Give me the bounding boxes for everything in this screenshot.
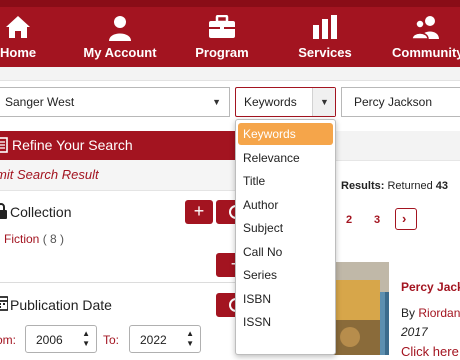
- library-select[interactable]: Sanger West ▼: [0, 87, 230, 117]
- nav-program[interactable]: Program: [190, 7, 254, 67]
- limit-search-result: mit Search Result: [0, 160, 256, 191]
- calendar-icon: [0, 295, 9, 316]
- publication-date-title: Publication Date: [10, 297, 112, 313]
- dropdown-option-isbn[interactable]: ISBN: [238, 288, 333, 310]
- book-title-link[interactable]: Percy Jack: [401, 280, 460, 294]
- top-navigation: Home My Account Program Services Communi…: [0, 0, 460, 67]
- refine-header: Refine Your Search: [0, 131, 256, 160]
- by-label: By: [401, 306, 416, 320]
- lock-icon: [0, 203, 7, 224]
- author-link[interactable]: Riordan: [418, 306, 460, 320]
- nav-my-account-label: My Account: [83, 45, 157, 60]
- person-icon: [108, 15, 132, 46]
- fiction-label: Fiction: [4, 232, 40, 246]
- dropdown-option-call-no[interactable]: Call No: [238, 241, 333, 263]
- spinner-icon[interactable]: ▲ ▼: [186, 329, 194, 349]
- nav-services-label: Services: [298, 45, 352, 60]
- book-year: 2017: [401, 325, 428, 339]
- limit-label: mit Search Result: [0, 167, 99, 182]
- dropdown-option-issn[interactable]: ISSN: [238, 311, 333, 333]
- results-label: Results:: [341, 180, 385, 192]
- to-year-value: 2022: [140, 333, 167, 347]
- nav-home-label: Home: [0, 45, 37, 60]
- nav-program-label: Program: [195, 45, 249, 60]
- nav-underbar: [0, 67, 460, 81]
- home-icon: [5, 15, 31, 44]
- nav-services[interactable]: Services: [296, 7, 354, 67]
- book-author: By Riordan: [401, 306, 460, 320]
- search-field-dropdown: Keywords Relevance Title Author Subject …: [235, 119, 336, 355]
- results-count: 43: [435, 180, 449, 192]
- search-input[interactable]: [341, 87, 460, 117]
- dropdown-option-author[interactable]: Author: [238, 194, 333, 216]
- dropdown-option-keywords[interactable]: Keywords: [238, 123, 333, 145]
- search-field-value: Keywords: [244, 95, 297, 109]
- from-year-value: 2006: [36, 333, 63, 347]
- next-page-button[interactable]: ›: [395, 208, 417, 230]
- collection-add-button[interactable]: +: [185, 200, 213, 224]
- briefcase-icon: [208, 14, 236, 44]
- collection-title: Collection: [10, 204, 72, 220]
- search-field-arrow[interactable]: ▼: [312, 88, 335, 116]
- results-returned-text: Returned: [387, 180, 433, 192]
- people-icon: [411, 15, 441, 44]
- caret-down-icon: ▼: [320, 97, 329, 107]
- dropdown-option-relevance[interactable]: Relevance: [238, 147, 333, 169]
- dropdown-option-title[interactable]: Title: [238, 170, 333, 192]
- refine-title: Refine Your Search: [12, 137, 133, 153]
- collection-fiction-link[interactable]: Fiction ( 8 ): [4, 232, 64, 246]
- document-icon: [0, 137, 8, 158]
- results-summary: Results: Returned 43: [341, 180, 448, 192]
- nav-home[interactable]: Home: [0, 7, 36, 67]
- caret-down-icon: ▼: [212, 97, 221, 107]
- page-link-2[interactable]: 2: [346, 214, 352, 226]
- bar-chart-icon: [312, 15, 338, 44]
- dropdown-option-subject[interactable]: Subject: [238, 217, 333, 239]
- fiction-count: ( 8 ): [42, 232, 65, 246]
- nav-community-label: Community: [392, 45, 460, 60]
- from-year-stepper[interactable]: 2006 ▲ ▼: [25, 325, 97, 353]
- nav-my-account[interactable]: My Account: [80, 7, 160, 67]
- to-label: To:: [103, 333, 120, 347]
- spinner-icon[interactable]: ▲ ▼: [82, 329, 90, 349]
- from-label: om:: [0, 333, 17, 347]
- dropdown-option-series[interactable]: Series: [238, 264, 333, 286]
- chevron-right-icon: ›: [402, 211, 407, 226]
- library-select-value: Sanger West: [5, 95, 75, 109]
- search-field-select[interactable]: Keywords ▼: [235, 87, 336, 117]
- click-here-link[interactable]: Click here: [401, 344, 459, 359]
- page-link-3[interactable]: 3: [374, 214, 380, 226]
- to-year-stepper[interactable]: 2022 ▲ ▼: [129, 325, 201, 353]
- nav-community[interactable]: Community: [392, 7, 460, 67]
- panel-divider: [0, 282, 256, 283]
